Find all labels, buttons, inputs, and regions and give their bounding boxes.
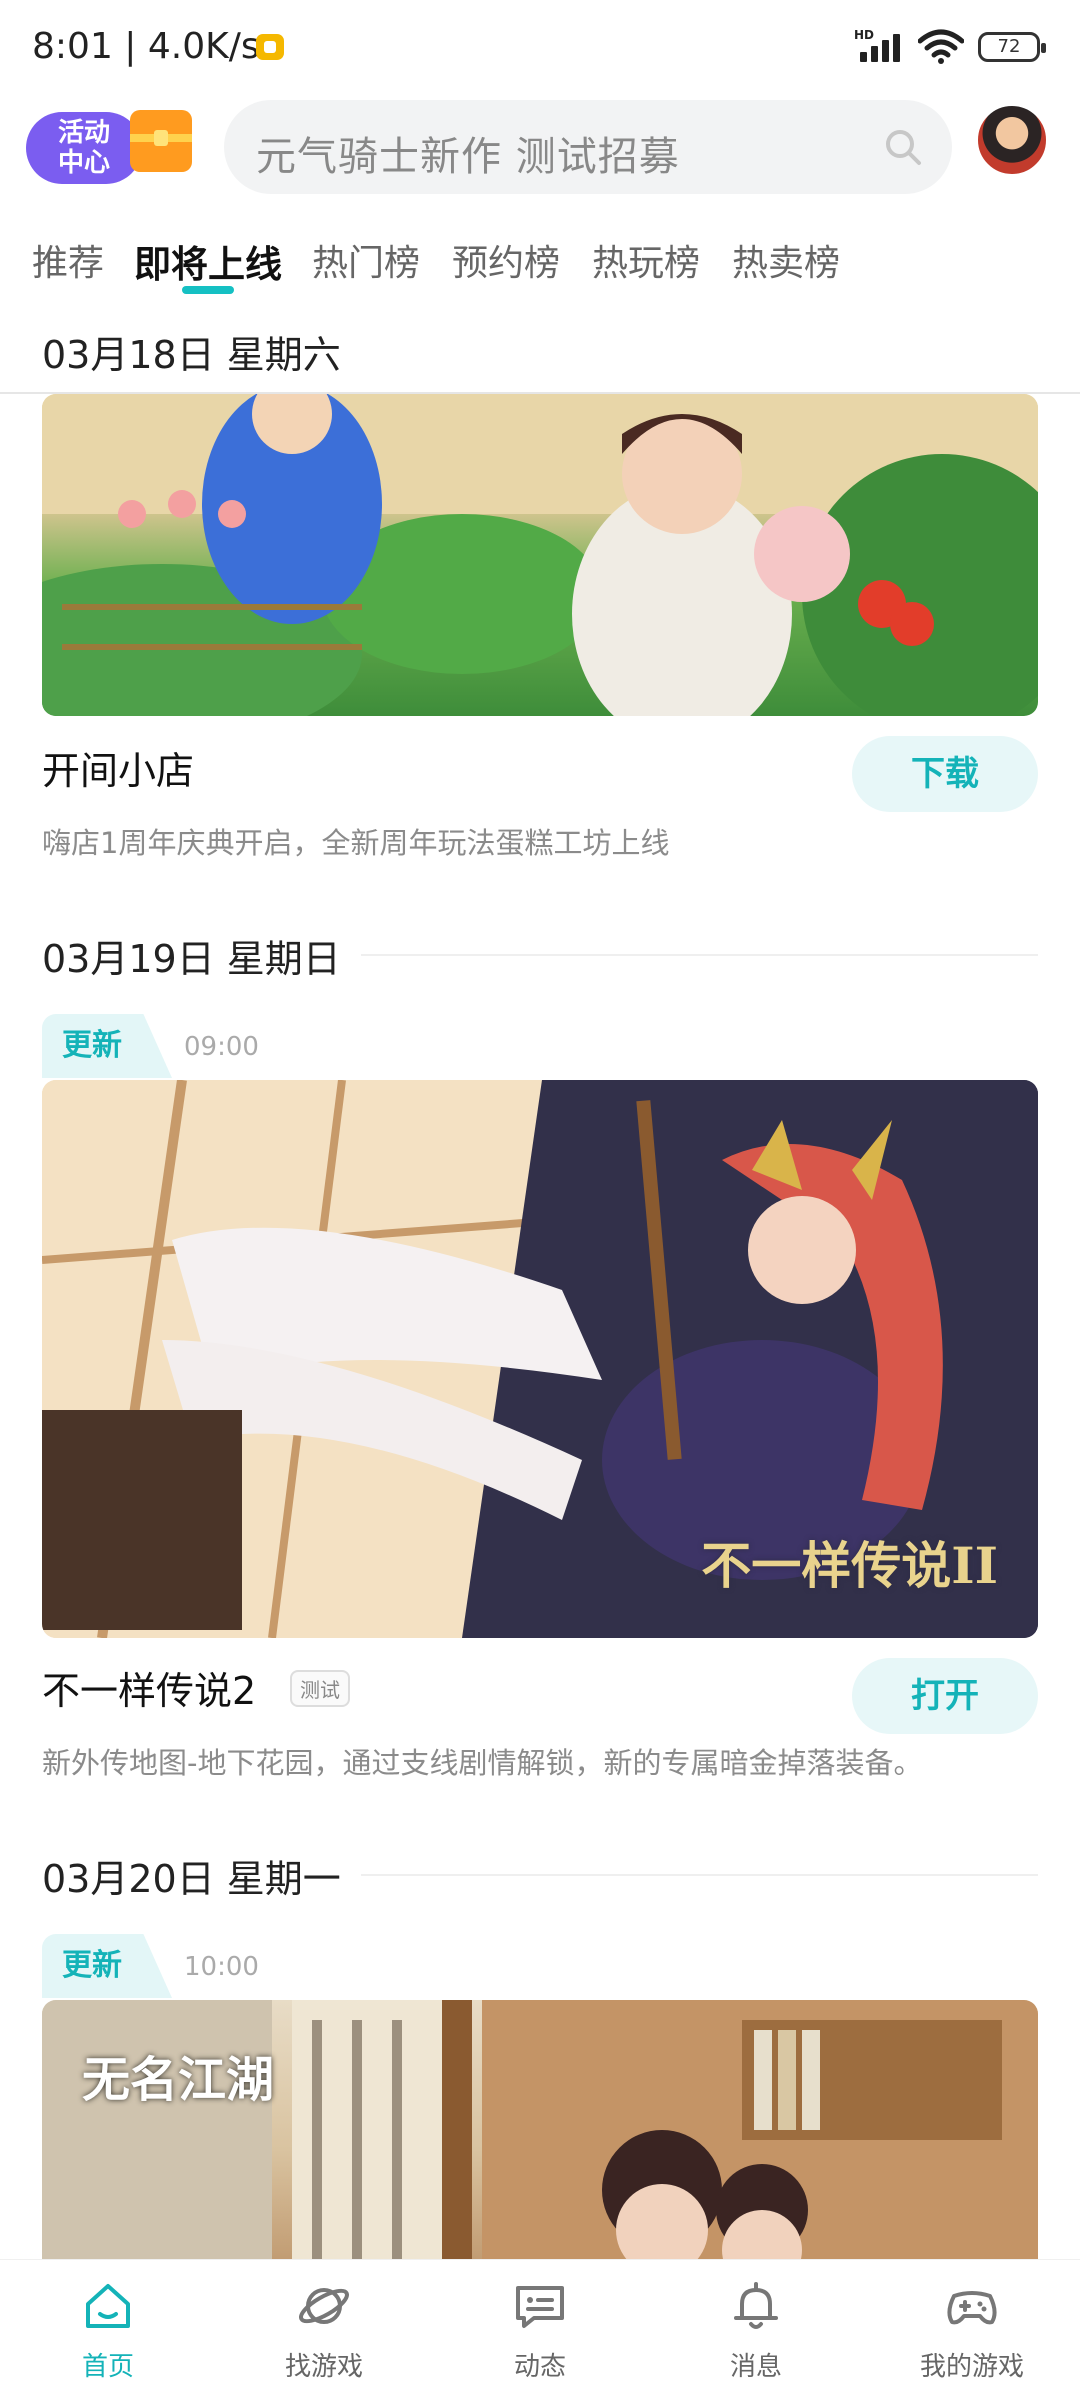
status-indicators: HD 72 [854, 28, 1046, 66]
wifi-icon [918, 29, 964, 64]
notification-badge-icon [256, 34, 284, 60]
nav-my-games[interactable]: 我的游戏 [864, 2260, 1080, 2401]
tab-hot[interactable]: 热门榜 [312, 234, 420, 286]
tab-reserve[interactable]: 预约榜 [452, 234, 560, 286]
game-description: 新外传地图-地下花园，通过支线剧情解锁，新的专属暗金掉落装备。 [42, 1746, 923, 1780]
date-label: 03月20日 星期一 [42, 1848, 361, 1903]
network-type-label: HD [854, 28, 875, 42]
release-time: 10:00 [184, 1952, 259, 1982]
nav-label: 首页 [81, 2352, 134, 2382]
nav-label: 找游戏 [284, 2352, 363, 2382]
activity-center-label: 活动 中心 [26, 112, 142, 184]
active-tab-indicator [182, 286, 234, 294]
banner-logo-text: 不一样传说II [701, 1536, 998, 1595]
message-icon [516, 2286, 564, 2328]
search-icon[interactable] [884, 128, 922, 166]
nav-label: 消息 [729, 2352, 782, 2382]
nav-home[interactable]: 首页 [0, 2260, 216, 2401]
release-time: 09:00 [184, 1032, 259, 1062]
open-button[interactable]: 打开 [852, 1658, 1038, 1734]
tab-hot-play[interactable]: 热玩榜 [592, 234, 700, 286]
battery-icon: 72 [978, 32, 1046, 62]
nav-label: 我的游戏 [919, 2352, 1024, 2382]
sticky-date-label: 03月18日 星期六 [42, 333, 341, 377]
treasure-chest-icon [130, 110, 192, 172]
bottom-navigation: 首页 找游戏 动态 消息 我的游戏 [0, 2259, 1080, 2401]
download-button[interactable]: 下载 [852, 736, 1038, 812]
status-time: 8:01 | 4.0K/s [32, 26, 260, 67]
tab-recommend[interactable]: 推荐 [32, 234, 104, 286]
category-tabs: 推荐 即将上线 热门榜 预约榜 热玩榜 热卖榜 [0, 228, 1080, 298]
game-title[interactable]: 开间小店 [42, 740, 194, 795]
nav-feed[interactable]: 动态 [432, 2260, 648, 2401]
game-banner-legend[interactable]: 不一样传说II [42, 1080, 1038, 1638]
cell-signal-icon: HD [854, 28, 904, 66]
nav-messages[interactable]: 消息 [648, 2260, 864, 2401]
nav-label: 动态 [513, 2352, 566, 2382]
home-icon [86, 2284, 130, 2328]
status-bar: 8:01 | 4.0K/s HD 72 [0, 0, 1080, 96]
game-title[interactable]: 不一样传说2 [42, 1660, 256, 1715]
date-divider: 03月20日 星期一 [42, 1848, 1038, 1903]
tab-upcoming[interactable]: 即将上线 [134, 234, 282, 288]
gamepad-icon [947, 2291, 997, 2325]
game-description: 嗨店1周年庆典开启，全新周年玩法蛋糕工坊上线 [42, 826, 670, 860]
update-tag: 更新 [42, 1934, 172, 1998]
top-header: 活动 中心 元气骑士新作 测试招募 [0, 96, 1080, 212]
game-banner-jianghu[interactable]: 无名江湖 [42, 2000, 1038, 2259]
sticky-date-header: 03月18日 星期六 [0, 314, 1080, 394]
banner-illustration [42, 394, 1038, 716]
game-list[interactable]: 开间小店 下载 嗨店1周年庆典开启，全新周年玩法蛋糕工坊上线 03月19日 星期… [0, 394, 1080, 2259]
test-badge: 测试 [290, 1670, 350, 1707]
activity-center-button[interactable]: 活动 中心 [26, 106, 194, 186]
user-avatar[interactable] [976, 104, 1048, 176]
date-label: 03月19日 星期日 [42, 928, 361, 983]
search-bar[interactable]: 元气骑士新作 测试招募 [224, 100, 952, 194]
banner-illustration [42, 2000, 1038, 2259]
game-banner-shop[interactable] [42, 394, 1038, 716]
date-divider: 03月19日 星期日 [42, 928, 1038, 983]
search-placeholder: 元气骑士新作 测试招募 [256, 134, 680, 180]
update-tag: 更新 [42, 1014, 172, 1078]
nav-find-games[interactable]: 找游戏 [216, 2260, 432, 2401]
bell-icon [734, 2282, 778, 2329]
planet-icon [299, 2288, 349, 2324]
tab-best-selling[interactable]: 热卖榜 [732, 234, 840, 286]
banner-logo-text: 无名江湖 [82, 2052, 275, 2108]
